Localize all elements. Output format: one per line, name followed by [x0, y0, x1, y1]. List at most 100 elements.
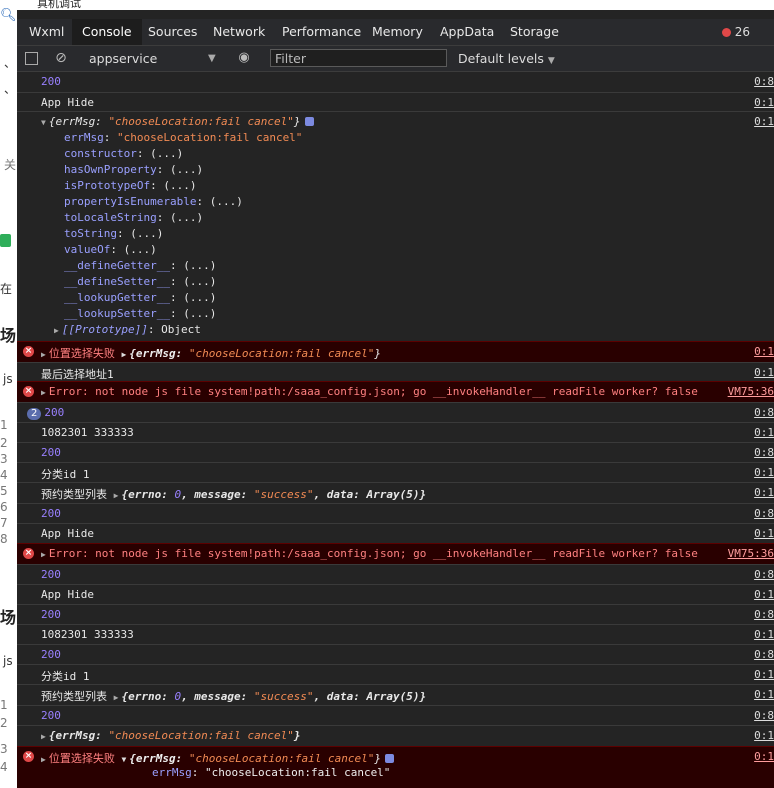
tab-wxml[interactable]: Wxml — [19, 19, 74, 45]
devtools-panel: Wxml Console Sources Network Performance… — [17, 10, 774, 788]
expand-triangle-icon[interactable]: ▶ — [41, 350, 46, 359]
filter-input[interactable]: Filter — [270, 49, 447, 67]
tab-performance[interactable]: Performance — [272, 19, 371, 45]
log-source-link[interactable]: 0:1 — [754, 527, 774, 540]
expand-triangle-icon[interactable]: ▶ — [41, 732, 46, 741]
log-source-link[interactable]: 0:1 — [754, 628, 774, 641]
log-message[interactable]: ▶ 位置选择失败 ▶ {errMsg: "chooseLocation:fail c… — [41, 345, 381, 361]
log-source-link[interactable]: 0:1 — [754, 688, 774, 701]
error-icon: × — [23, 751, 34, 762]
tab-appdata[interactable]: AppData — [430, 19, 504, 45]
log-source-link[interactable]: 0:8 — [754, 507, 774, 520]
log-message[interactable]: ▶ Error: not node js file system!path:/sa… — [41, 385, 698, 398]
log-row: 200 0:8 — [17, 564, 774, 584]
expand-triangle-icon[interactable]: ▶ — [114, 693, 119, 702]
tab-sources[interactable]: Sources — [138, 19, 207, 45]
log-message[interactable]: ▶ 位置选择失败 ▼ {errMsg: "chooseLocation:fail c… — [41, 750, 394, 766]
log-message[interactable]: 预约类型列表 ▶ {errno: 0, message: "success", d… — [41, 486, 426, 502]
property-key: __lookupSetter__ — [64, 307, 170, 320]
object-property[interactable]: propertyIsEnumerable: (...) — [64, 195, 243, 208]
log-source-link[interactable]: 0:1 — [754, 486, 774, 499]
log-source-link[interactable]: 0:1 — [754, 466, 774, 479]
object-property[interactable]: __defineGetter__: (...) — [64, 259, 216, 272]
expand-triangle-icon[interactable]: ▶ — [54, 326, 59, 335]
object-property[interactable]: isPrototypeOf: (...) — [64, 179, 196, 192]
property-value: "chooseLocation:fail cancel" — [117, 131, 303, 144]
bg-char: js — [3, 372, 13, 386]
log-row-error: × ▶ 位置选择失败 ▶ {errMsg: "chooseLocation:fail… — [17, 341, 774, 362]
log-source-link[interactable]: 0:8 — [754, 709, 774, 722]
console-log[interactable]: 200 0:8 App Hide 0:1 ▼ {errMsg: "chooseLo… — [17, 72, 774, 788]
bg-char: 场 — [0, 326, 17, 345]
log-message[interactable]: 预约类型列表 ▶ {errno: 0, message: "success", d… — [41, 688, 426, 704]
clear-console-icon[interactable]: ⊘ — [54, 51, 68, 65]
object-value: "success" — [253, 690, 314, 703]
log-source-link[interactable]: 0:1 — [754, 96, 774, 109]
expand-triangle-icon[interactable]: ▼ — [121, 755, 126, 764]
log-source-link[interactable]: 0:8 — [754, 446, 774, 459]
log-source-link[interactable]: 0:1 — [754, 366, 774, 379]
expand-triangle-icon[interactable]: ▶ — [41, 755, 46, 764]
log-source-link[interactable]: VM75:36 — [723, 385, 774, 398]
background-app-sliver: 🔍︎ 、 、 关 在 场 js 1 2 3 4 5 6 7 8 场 js 1 2… — [0, 0, 17, 788]
log-source-link[interactable]: VM75:36 — [723, 547, 774, 560]
object-property[interactable]: hasOwnProperty: (...) — [64, 163, 203, 176]
error-count-badge[interactable]: 26 — [721, 19, 750, 45]
bg-char: 8 — [0, 532, 8, 546]
log-source-link[interactable]: 0:8 — [754, 75, 774, 88]
expand-triangle-icon[interactable]: ▶ — [41, 550, 46, 559]
log-source-link[interactable]: 0:1 — [754, 588, 774, 601]
object-property[interactable]: toString: (...) — [64, 227, 163, 240]
log-message[interactable]: ▶ {errMsg: "chooseLocation:fail cancel"} — [41, 729, 301, 742]
expand-triangle-icon[interactable]: ▶ — [121, 350, 126, 359]
object-value: "chooseLocation:fail cancel" — [188, 347, 375, 360]
log-source-link[interactable]: 0:1 — [754, 729, 774, 742]
log-source-link[interactable]: 0:1 — [754, 668, 774, 681]
expand-triangle-icon[interactable]: ▶ — [114, 491, 119, 500]
object-property[interactable]: constructor: (...) — [64, 147, 183, 160]
log-source-link[interactable]: 0:8 — [754, 608, 774, 621]
object-value: "success" — [253, 488, 314, 501]
log-message: 200 — [41, 568, 61, 581]
log-source-link[interactable]: 0:8 — [754, 568, 774, 581]
context-selector[interactable]: appservice — [89, 46, 157, 71]
log-row-error: × ▶ Error: not node js file system!path:/… — [17, 381, 774, 402]
property-key: isPrototypeOf — [64, 179, 151, 192]
property-key: valueOf — [64, 243, 111, 256]
log-source-link[interactable]: 0:1 — [754, 345, 774, 358]
tab-console[interactable]: Console — [72, 19, 142, 45]
object-property[interactable]: valueOf: (...) — [64, 243, 157, 256]
bg-char: 1 — [0, 418, 8, 432]
object-brace: } — [293, 729, 301, 742]
tab-memory[interactable]: Memory — [362, 19, 433, 45]
property-value: : (...) — [156, 163, 204, 176]
error-icon: × — [23, 346, 34, 357]
bg-char: 1 — [0, 698, 8, 712]
expand-triangle-icon[interactable]: ▶ — [41, 388, 46, 397]
object-text: , message: — [181, 690, 254, 703]
tab-network[interactable]: Network — [203, 19, 275, 45]
sidebar-toggle-icon[interactable] — [25, 52, 38, 65]
log-source-link[interactable]: 0:1 — [754, 750, 774, 763]
bg-char: 4 — [0, 468, 8, 482]
object-value: "chooseLocation:fail cancel" — [108, 115, 294, 128]
tab-storage[interactable]: Storage — [500, 19, 569, 45]
object-property[interactable]: __lookupSetter__: (...) — [64, 307, 216, 320]
log-source-link[interactable]: 0:8 — [754, 648, 774, 661]
bg-char: 4 — [0, 760, 8, 774]
object-property[interactable]: __defineSetter__: (...) — [64, 275, 216, 288]
log-source-link[interactable]: 0:8 — [754, 406, 774, 419]
eye-icon[interactable]: ◉ — [237, 51, 251, 65]
chevron-down-icon[interactable]: ▼ — [208, 46, 216, 71]
object-property[interactable]: toLocaleString: (...) — [64, 211, 203, 224]
object-prototype[interactable]: ▶ [[Prototype]]: Object — [54, 323, 201, 336]
object-property[interactable]: __lookupGetter__: (...) — [64, 291, 216, 304]
log-source-link[interactable]: 0:1 — [754, 115, 774, 128]
log-levels-select[interactable]: Default levels ▼ — [458, 46, 555, 74]
expand-triangle-icon[interactable]: ▼ — [41, 118, 46, 127]
object-summary[interactable]: ▼ {errMsg: "chooseLocation:fail cancel"} — [41, 115, 314, 128]
property-key: __defineSetter__ — [64, 275, 170, 288]
checkbox-icon — [0, 234, 11, 247]
log-message[interactable]: ▶ Error: not node js file system!path:/sa… — [41, 547, 698, 560]
log-source-link[interactable]: 0:1 — [754, 426, 774, 439]
